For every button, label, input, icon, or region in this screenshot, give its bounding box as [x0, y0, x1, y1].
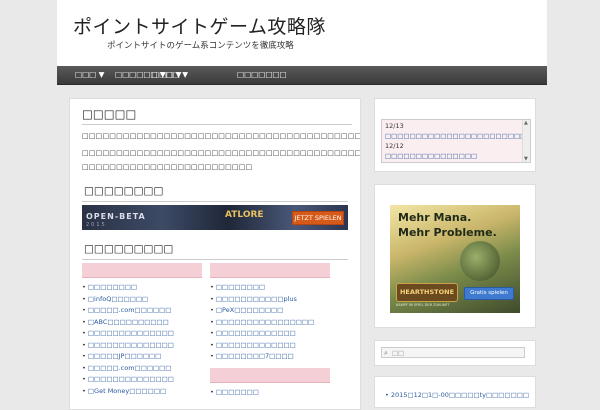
news-link[interactable]: □□□□□□□□□□□□□□□□□□□□□□□ — [382, 131, 530, 142]
intro-line-3: □□□□□□□□□□□□□□□□□□□□□□□□□ — [82, 163, 253, 171]
ad-logo: HEARTHSTONE — [396, 283, 458, 302]
list-item[interactable]: • □□□□□□□□□□□□□ — [210, 340, 330, 352]
list-item[interactable]: • □□□□□□□□□□□plus — [210, 294, 330, 306]
nav-item-1[interactable]: □□□ ▼ — [75, 70, 104, 79]
news-date: 12/12 — [385, 142, 404, 150]
news-widget: 12/13 □□□□□□□□□□□□□□□□□□□□□□□ 12/12 □□□□… — [374, 98, 536, 172]
recent-widget: • 2015□12□1□-00□□□□□ty□□□□□□□ — [374, 376, 536, 408]
ad-play-button[interactable]: Gratis spielen — [464, 287, 514, 300]
list-item[interactable]: • □□□□□□□□□□□□□□□□ — [210, 317, 330, 329]
banner-logo: ATLORE — [225, 210, 264, 220]
page-title: □□□□□ — [82, 107, 137, 121]
banner-play-button[interactable]: JETZT SPIELEN — [292, 211, 344, 225]
ad-headline-1: Mehr Mana. — [398, 211, 472, 224]
scroll-up-icon[interactable]: ▲ — [524, 120, 528, 126]
site-tagline: ポイントサイトのゲーム系コンテンツを徹底攻略 — [107, 41, 294, 51]
hearthstone-ad[interactable]: Mehr Mana. Mehr Probleme. HEARTHSTONE Gr… — [390, 205, 520, 313]
column-header — [82, 263, 202, 278]
main-content: □□□□□ □□□□□□□□□□□□□□□□□□□□□□□□□□□□□□□□□□… — [69, 98, 361, 410]
ad-headline-2: Mehr Probleme. — [398, 226, 497, 239]
news-link[interactable]: □□□□□□□□□□□□□□□ — [382, 151, 530, 162]
nav-item-4[interactable]: □□□□□□□ — [237, 70, 287, 79]
list-item[interactable]: • □□□□□□□□□□□□□□ — [82, 340, 202, 352]
banner-left-text: OPEN-BETA — [86, 212, 146, 221]
news-scrollbar[interactable]: ▲ ▼ — [522, 120, 530, 162]
site-list-right: • □□□□□□□□ • □□□□□□□□□□□plus • □PeX□□□□□… — [210, 263, 330, 398]
nav-bar: □□□ ▼ □□□□□□ ▼□□ ▼ □□□ ▼ □□□□□□□ — [57, 66, 547, 85]
list-item[interactable]: • □□□□□□□ — [210, 387, 330, 399]
recent-post-link[interactable]: • 2015□12□1□-00□□□□□ty□□□□□□□ — [385, 391, 529, 399]
list-item[interactable]: • □□□□□.com□□□□□□ — [82, 363, 202, 375]
list-item[interactable]: • □PeX□□□□□□□□ — [210, 305, 330, 317]
section-divider — [82, 201, 348, 202]
list-item[interactable]: • □ABC□□□□□□□□□□ — [82, 317, 202, 329]
list-item[interactable]: • □□□□□□□□□□□□□ — [210, 328, 330, 340]
section-divider — [82, 259, 348, 260]
news-date: 12/13 — [385, 122, 404, 130]
list-item[interactable]: • □□□□□□□□ — [82, 282, 202, 294]
list-item[interactable]: • □Get Money□□□□□□ — [82, 386, 202, 398]
ad-creature-image — [460, 241, 500, 281]
news-scroll-box[interactable]: 12/13 □□□□□□□□□□□□□□□□□□□□□□□ 12/12 □□□□… — [381, 119, 531, 163]
search-widget: □□ ⌕ — [374, 340, 536, 366]
list-item[interactable]: • □□□□□.com□□□□□□ — [82, 305, 202, 317]
search-input[interactable]: □□ — [381, 347, 525, 358]
site-list-left: • □□□□□□□□ • □infoQ□□□□□□ • □□□□□.com□□□… — [82, 263, 202, 397]
section-title-featured: □□□□□□□□ — [84, 185, 164, 197]
search-icon: ⌕ — [384, 349, 388, 357]
list-item[interactable]: • □□□□□□□□ — [210, 282, 330, 294]
column-header — [210, 367, 330, 383]
ad-footnote: KAMPF IM SPIEL DER ZUKUNFT — [396, 303, 450, 307]
list-item[interactable]: • □□□□□JP□□□□□□ — [82, 351, 202, 363]
title-divider — [82, 124, 352, 125]
site-header: ポイントサイトゲーム攻略隊 ポイントサイトのゲーム系コンテンツを徹底攻略 — [57, 0, 547, 66]
banner-sub-text: 2015 — [86, 222, 107, 228]
list-item[interactable]: • □□□□□□□□7□□□□ — [210, 351, 330, 363]
section-title-sites: □□□□□□□□□ — [84, 243, 174, 255]
site-title[interactable]: ポイントサイトゲーム攻略隊 — [73, 12, 326, 39]
list-item[interactable]: • □□□□□□□□□□□□□□ — [82, 374, 202, 386]
ad-widget: Mehr Mana. Mehr Probleme. HEARTHSTONE Gr… — [374, 184, 536, 328]
list-item[interactable]: • □infoQ□□□□□□ — [82, 294, 202, 306]
intro-line-2: □□□□□□□□□□□□□□□□□□□□□□□□□□□□□□□□□□□□□□□□… — [82, 149, 360, 157]
intro-line-1: □□□□□□□□□□□□□□□□□□□□□□□□□□□□□□□□□□□□□□□□… — [82, 132, 360, 140]
column-header — [210, 263, 330, 278]
list-item[interactable]: • □□□□□□□□□□□□□□ — [82, 328, 202, 340]
game-banner-ad[interactable]: OPEN-BETA 2015 ATLORE JETZT SPIELEN — [82, 205, 348, 230]
scroll-down-icon[interactable]: ▼ — [524, 156, 528, 162]
nav-item-3[interactable]: □□□ ▼ — [152, 70, 181, 79]
